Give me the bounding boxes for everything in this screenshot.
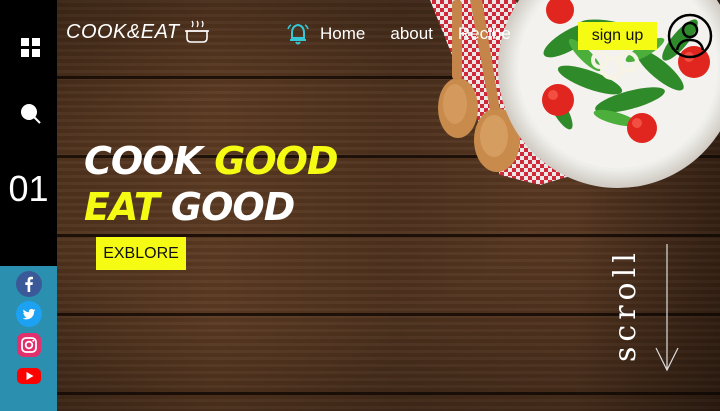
scroll-label[interactable]: scroll bbox=[608, 248, 643, 362]
user-circle-icon[interactable] bbox=[667, 13, 713, 59]
hero-line-1: COOK GOOD bbox=[84, 138, 339, 184]
hero-word-eat: EAT bbox=[84, 185, 160, 229]
brand-logo[interactable]: COOK&EAT bbox=[66, 20, 210, 44]
facebook-icon[interactable] bbox=[16, 271, 42, 297]
twitter-icon[interactable] bbox=[16, 301, 42, 327]
bell-icon[interactable] bbox=[286, 22, 310, 46]
nav-item-home[interactable]: Home bbox=[320, 24, 365, 44]
logo-text: COOK&EAT bbox=[66, 20, 180, 43]
explore-button[interactable]: EXBLORE bbox=[96, 237, 186, 270]
youtube-icon[interactable] bbox=[16, 363, 42, 389]
nav-item-recibe[interactable]: Recibe bbox=[458, 24, 511, 44]
slide-number: 01 bbox=[8, 168, 49, 209]
search-icon[interactable] bbox=[19, 102, 41, 124]
sign-up-button[interactable]: sign up bbox=[578, 22, 657, 50]
arrow-down-icon[interactable] bbox=[652, 244, 682, 374]
grid-menu-icon[interactable] bbox=[21, 38, 41, 58]
nav-item-about[interactable]: about bbox=[390, 24, 433, 44]
hero-word-good: GOOD bbox=[214, 139, 338, 183]
hero-headline: COOK GOOD EAT GOOD bbox=[84, 138, 339, 230]
social-links bbox=[0, 266, 57, 411]
cooking-pot-icon bbox=[184, 20, 209, 43]
sidebar: 01 bbox=[0, 0, 57, 266]
hero-word-good-2: GOOD bbox=[170, 185, 295, 229]
main-nav: Home about Recibe bbox=[286, 22, 536, 46]
hero-word-cook: COOK bbox=[84, 139, 203, 183]
instagram-icon[interactable] bbox=[16, 332, 42, 358]
hero-line-2: EAT GOOD bbox=[84, 184, 338, 230]
